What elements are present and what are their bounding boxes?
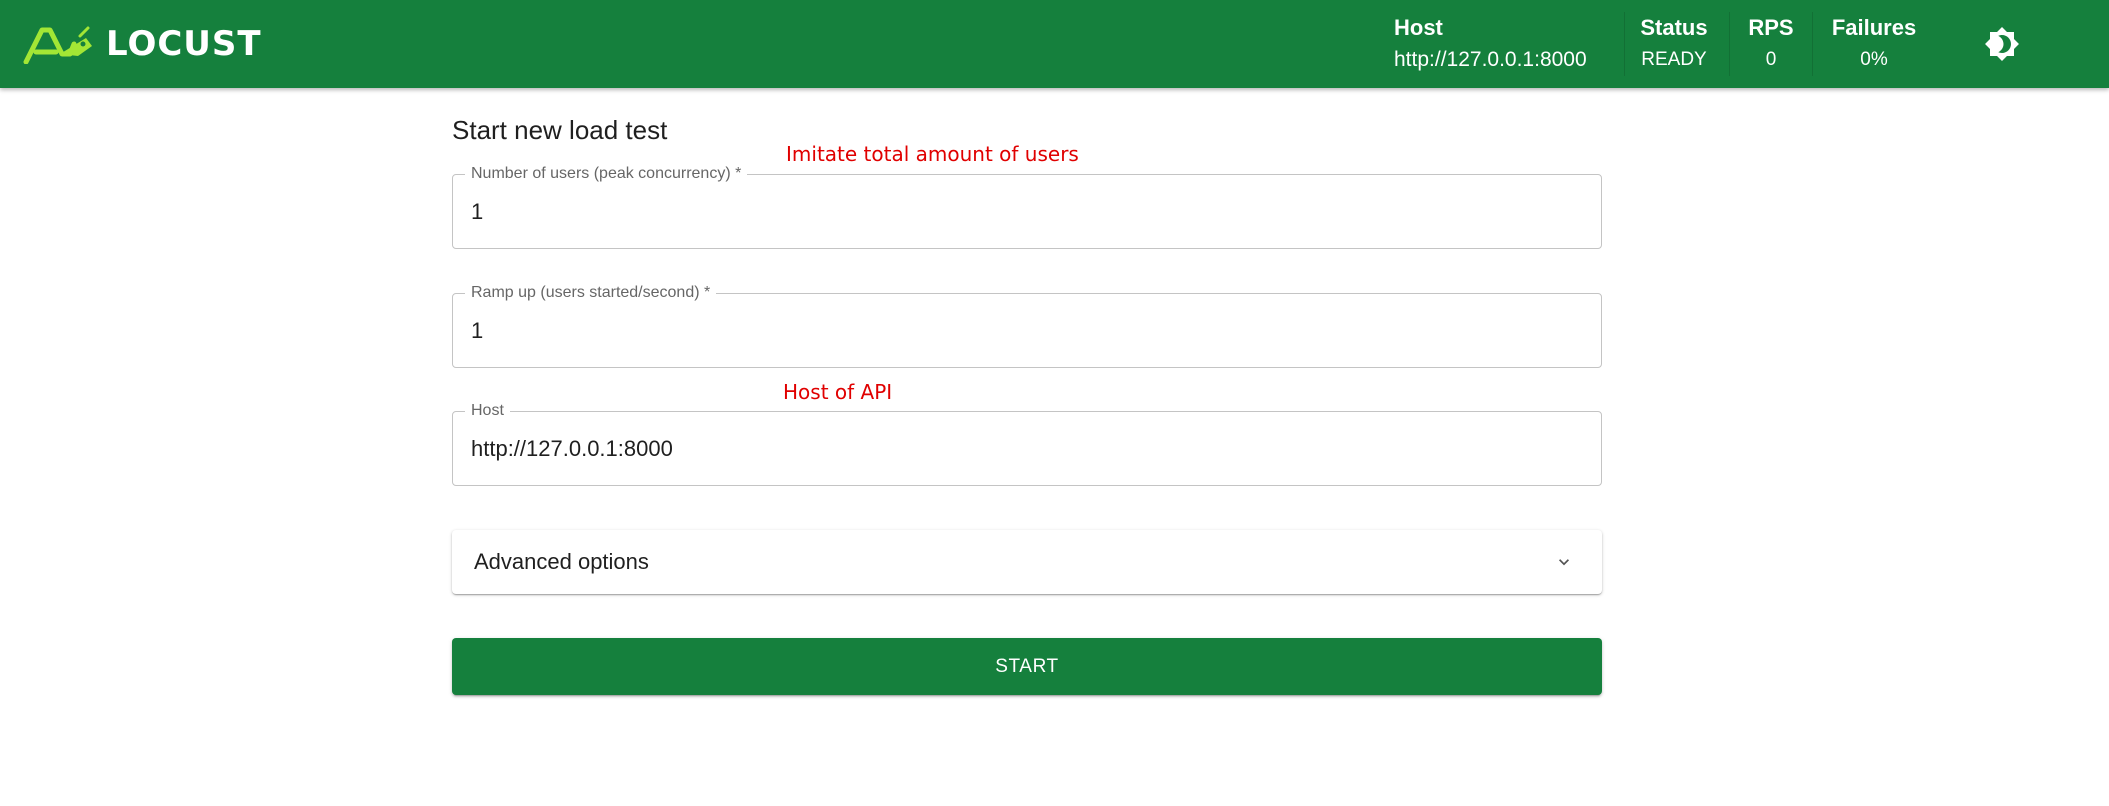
chevron-down-icon: [1559, 559, 1569, 566]
theme-toggle-button[interactable]: [1984, 26, 2020, 62]
stat-rps: RPS 0: [1731, 0, 1811, 88]
page-title: Start new load test: [452, 115, 668, 145]
start-button[interactable]: START: [452, 638, 1602, 695]
stat-divider: [1624, 12, 1625, 76]
stat-status-value: READY: [1641, 49, 1707, 70]
stat-failures-label: Failures: [1831, 15, 1917, 40]
advanced-options-accordion[interactable]: Advanced options: [452, 530, 1602, 594]
host-annotation: Host of API: [783, 380, 893, 404]
host-field-label: Host: [465, 401, 510, 421]
users-field-label: Number of users (peak concurrency) *: [465, 164, 748, 184]
app-header: LOCUST Host http://127.0.0.1:8000 Status…: [0, 0, 2109, 88]
stat-rps-value: 0: [1765, 49, 1777, 70]
stat-failures-value: 0%: [1860, 49, 1888, 70]
brand-name: LOCUST: [106, 24, 262, 64]
locust-logo-icon: [23, 26, 92, 64]
users-input[interactable]: [471, 198, 1571, 226]
stat-host-label: Host: [1394, 15, 1443, 40]
users-annotation: Imitate total amount of users: [786, 142, 1079, 166]
stat-host: Host http://127.0.0.1:8000: [1394, 0, 1604, 88]
stat-rps-label: RPS: [1748, 15, 1794, 40]
locust-logo[interactable]: LOCUST: [22, 24, 262, 64]
ramp-up-field-label: Ramp up (users started/second) *: [465, 283, 717, 303]
host-field[interactable]: Host: [452, 401, 1602, 486]
ramp-up-input[interactable]: [471, 317, 1571, 345]
stat-status: Status READY: [1626, 0, 1722, 88]
stat-status-label: Status: [1640, 15, 1708, 40]
stat-divider: [1729, 12, 1730, 76]
stat-host-value: http://127.0.0.1:8000: [1394, 48, 1587, 71]
brightness-icon: [1985, 27, 2019, 61]
ramp-up-field[interactable]: Ramp up (users started/second) *: [452, 283, 1602, 368]
advanced-options-label: Advanced options: [474, 549, 649, 574]
users-field[interactable]: Number of users (peak concurrency) *: [452, 164, 1602, 249]
host-input[interactable]: [471, 435, 1571, 463]
stat-failures: Failures 0%: [1814, 0, 1934, 88]
stat-divider: [1812, 12, 1813, 76]
